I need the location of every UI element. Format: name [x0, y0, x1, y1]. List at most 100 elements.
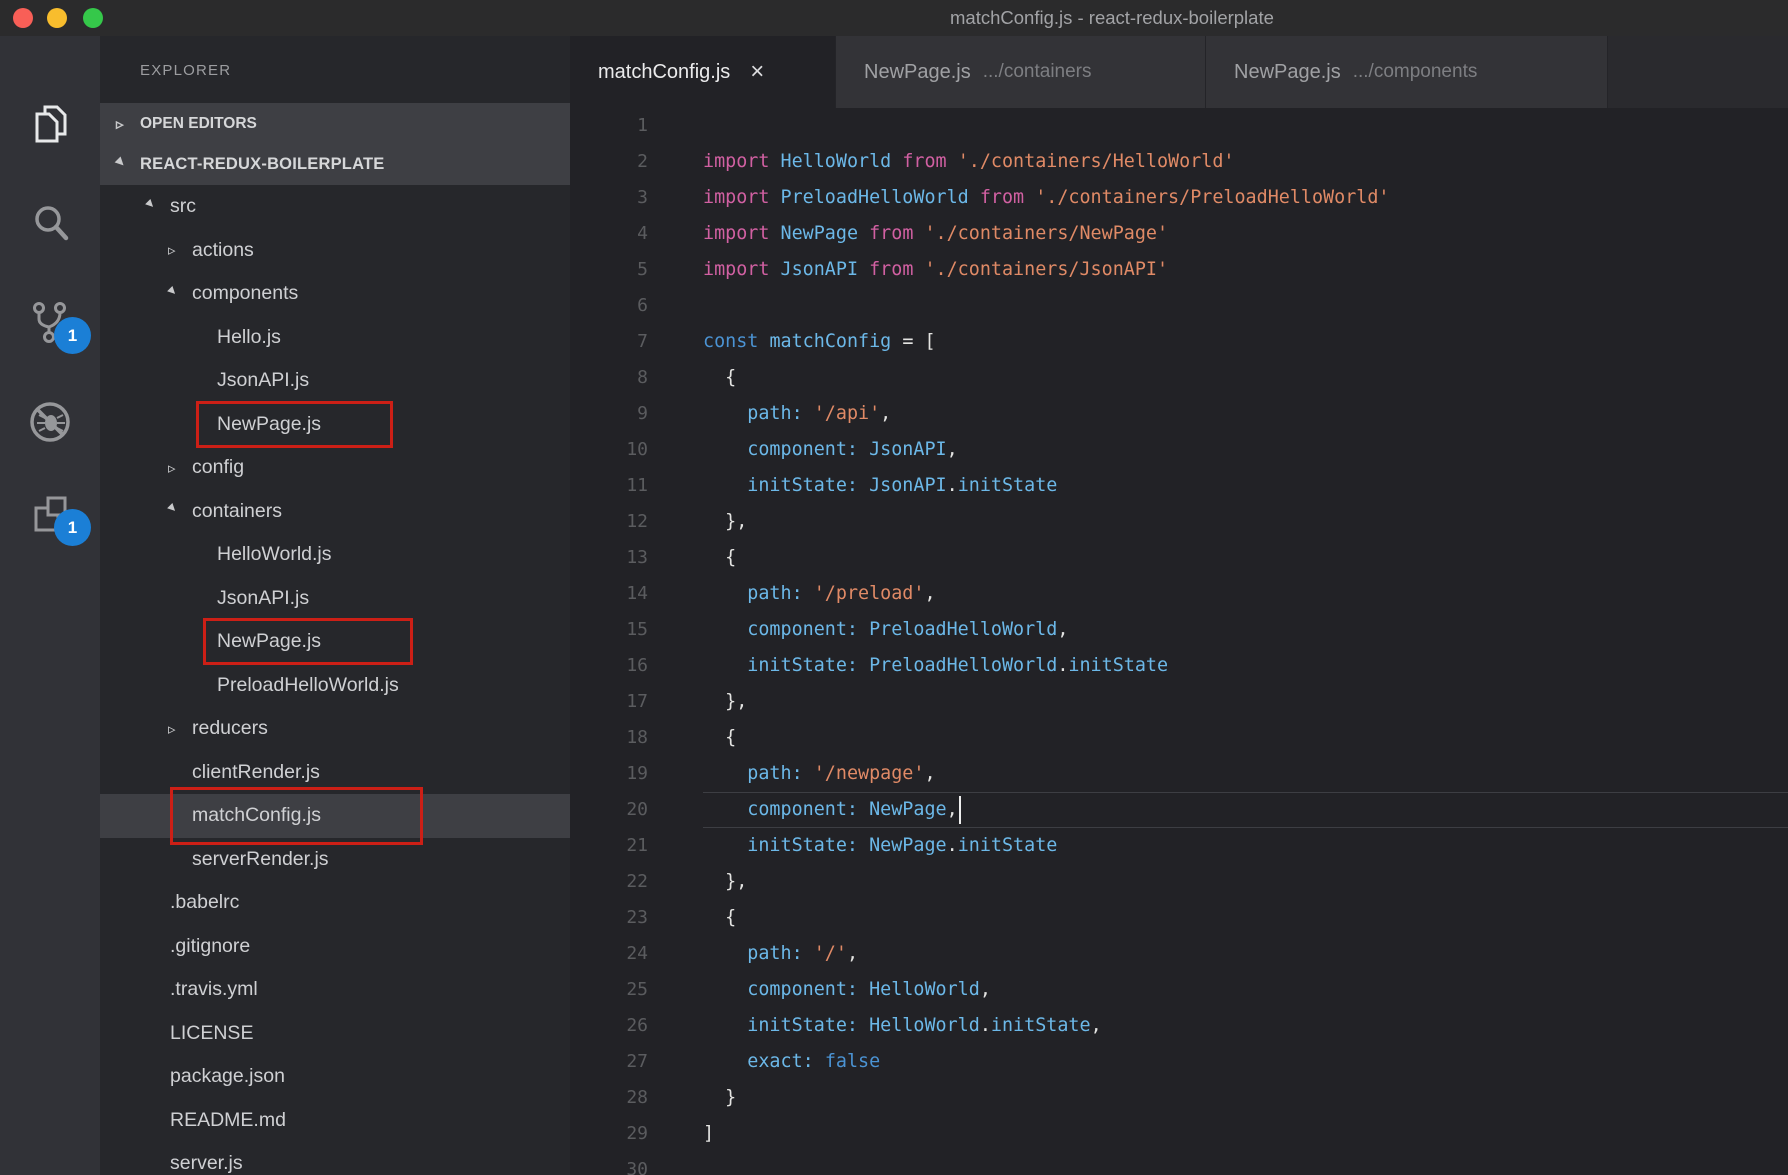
token-id: initState [957, 835, 1058, 856]
token-id: component: [703, 439, 859, 460]
tree-folder-containers[interactable]: ▸ containers [100, 490, 570, 534]
code-line-16: 16 initState: PreloadHelloWorld.initStat… [570, 648, 1788, 684]
tree-file-helloworld-js[interactable]: HelloWorld.js [100, 533, 570, 577]
code-line-content[interactable]: path: '/newpage', [703, 756, 1788, 792]
token-pun: , [946, 439, 958, 460]
tree-file-hello-js[interactable]: Hello.js [100, 316, 570, 360]
token-kb: false [824, 1051, 881, 1072]
tab-path-label: .../components [1352, 61, 1478, 82]
code-line-content[interactable]: path: '/', [703, 936, 1788, 972]
code-line-content[interactable]: path: '/api', [703, 396, 1788, 432]
tree-item-label: components [192, 282, 299, 305]
token-str: '/preload' [813, 583, 925, 604]
code-line-17: 17 }, [570, 684, 1788, 720]
code-line-content[interactable]: const matchConfig = [ [703, 324, 1788, 360]
code-line-content[interactable]: initState: HelloWorld.initState, [703, 1008, 1788, 1044]
code-line-content[interactable]: import JsonAPI from './containers/JsonAP… [703, 252, 1788, 288]
code-line-content[interactable]: ] [703, 1116, 1788, 1152]
tree-file-matchconfig-js[interactable]: matchConfig.js [100, 787, 570, 845]
code-line-content[interactable]: import HelloWorld from './containers/Hel… [703, 144, 1788, 180]
token-id: component: [703, 979, 859, 1000]
token-str: '/newpage' [813, 763, 925, 784]
minimize-window-button[interactable] [47, 8, 67, 28]
search-icon[interactable] [27, 200, 73, 246]
tab-newpage-js-containers[interactable]: NewPage.js .../containers [836, 36, 1206, 108]
code-line-content[interactable] [703, 1152, 1788, 1175]
code-line-content[interactable]: } [703, 1080, 1788, 1116]
code-line-content[interactable]: initState: NewPage.initState [703, 828, 1788, 864]
code-line-content[interactable]: }, [703, 684, 1788, 720]
tree-item-label: actions [192, 238, 254, 261]
tab-newpage-js-components[interactable]: NewPage.js .../components [1206, 36, 1608, 108]
debug-disabled-icon[interactable] [27, 399, 73, 445]
tree-item-label: JsonAPI.js [217, 586, 310, 609]
tab-matchconfig-js[interactable]: matchConfig.js × [570, 36, 836, 108]
tree-file-preloadhelloworld-js[interactable]: PreloadHelloWorld.js [100, 664, 570, 708]
tree-file-readme-md[interactable]: README.md [100, 1099, 570, 1143]
tree-file-jsonapi-js[interactable]: JsonAPI.js [100, 577, 570, 621]
code-line-4: 4 import NewPage from './containers/NewPa… [570, 216, 1788, 252]
code-line-content[interactable]: { [703, 540, 1788, 576]
code-line-28: 28 } [570, 1080, 1788, 1116]
line-number: 14 [626, 583, 648, 604]
code-line-content[interactable]: import NewPage from './containers/NewPag… [703, 216, 1788, 252]
token-pun: . [979, 1015, 991, 1036]
tree-folder-reducers[interactable]: ▹ reducers [100, 707, 570, 751]
tree-file--travis-yml[interactable]: .travis.yml [100, 968, 570, 1012]
code-line-content-current[interactable]: component: NewPage, [703, 792, 1788, 828]
activity-bar: 11 [0, 36, 100, 1175]
tree-file--babelrc[interactable]: .babelrc [100, 881, 570, 925]
token-pun: , [979, 979, 991, 1000]
line-number: 6 [637, 295, 648, 316]
code-line-content[interactable]: { [703, 360, 1788, 396]
tree-file--gitignore[interactable]: .gitignore [100, 925, 570, 969]
code-line-30: 30 [570, 1152, 1788, 1175]
tree-item-label: .gitignore [170, 934, 251, 957]
line-number: 30 [626, 1159, 648, 1175]
tree-file-license[interactable]: LICENSE [100, 1012, 570, 1056]
code-line-content[interactable]: { [703, 900, 1788, 936]
code-line-content[interactable]: { [703, 720, 1788, 756]
tree-folder-src[interactable]: ▸ src [100, 185, 570, 229]
tree-file-clientrender-js[interactable]: clientRender.js [100, 751, 570, 795]
line-number: 13 [626, 547, 648, 568]
tree-folder-config[interactable]: ▹ config [100, 446, 570, 490]
source-control-badge: 1 [54, 317, 91, 354]
code-line-content[interactable] [703, 288, 1788, 324]
tree-file-server-js[interactable]: server.js [100, 1142, 570, 1175]
code-line-content[interactable]: initState: JsonAPI.initState [703, 468, 1788, 504]
tree-file-package-json[interactable]: package.json [100, 1055, 570, 1099]
code-line-content[interactable]: component: PreloadHelloWorld, [703, 612, 1788, 648]
editor[interactable]: 1 2 import HelloWorld from './containers/H… [570, 108, 1788, 1175]
section-header-react-redux-boilerplate[interactable]: ▸ REACT-REDUX-BOILERPLATE [100, 144, 570, 185]
code-line-content[interactable]: }, [703, 864, 1788, 900]
code-line-content[interactable]: initState: PreloadHelloWorld.initState [703, 648, 1788, 684]
tree-folder-actions[interactable]: ▹ actions [100, 229, 570, 273]
tab-close-icon[interactable]: × [750, 60, 764, 84]
zoom-window-button[interactable] [83, 8, 103, 28]
code-line-content[interactable] [703, 108, 1788, 144]
token-id: initState [957, 475, 1058, 496]
close-window-button[interactable] [13, 8, 33, 28]
line-number: 2 [637, 151, 648, 172]
tree-file-newpage-js[interactable]: NewPage.js [100, 400, 570, 448]
code-line-13: 13 { [570, 540, 1788, 576]
tab-label: NewPage.js [864, 60, 971, 83]
code-line-content[interactable]: import PreloadHelloWorld from './contain… [703, 180, 1788, 216]
token-str: './containers/JsonAPI' [924, 259, 1169, 280]
section-header-open-editors[interactable]: ▹ OPEN EDITORS [100, 103, 570, 144]
tree-file-jsonapi-js[interactable]: JsonAPI.js [100, 359, 570, 403]
tree-folder-components[interactable]: ▸ components [100, 272, 570, 316]
files-icon[interactable] [27, 101, 73, 147]
code-line-content[interactable]: path: '/preload', [703, 576, 1788, 612]
code-line-content[interactable]: component: JsonAPI, [703, 432, 1788, 468]
tree-file-newpage-js[interactable]: NewPage.js [100, 618, 570, 665]
code-line-content[interactable]: }, [703, 504, 1788, 540]
code-line-content[interactable]: exact: false [703, 1044, 1788, 1080]
code-line-content[interactable]: component: HelloWorld, [703, 972, 1788, 1008]
tree-file-serverrender-js[interactable]: serverRender.js [100, 838, 570, 882]
